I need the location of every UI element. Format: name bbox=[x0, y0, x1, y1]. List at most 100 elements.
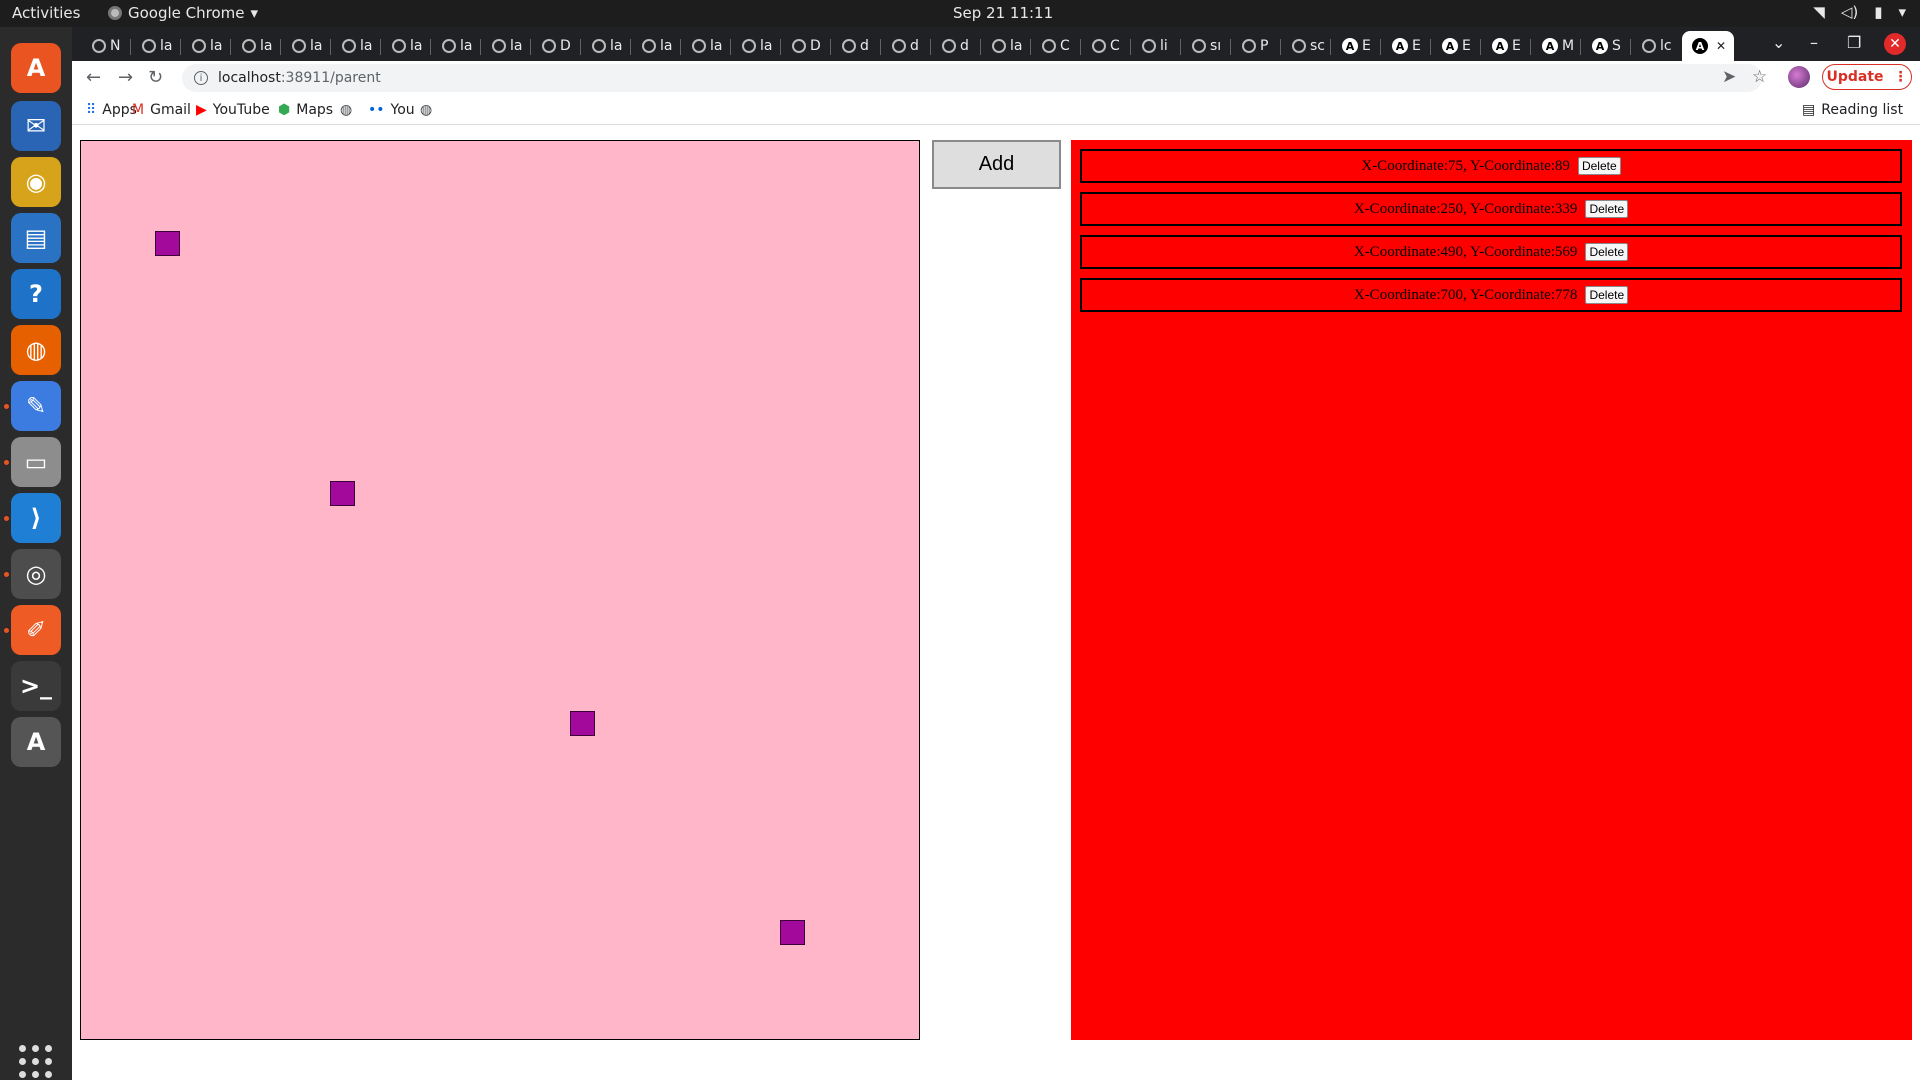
tab[interactable]: la bbox=[482, 31, 526, 61]
close-tab-icon[interactable]: ✕ bbox=[1716, 39, 1726, 53]
update-button[interactable]: Update ⋮ bbox=[1822, 64, 1912, 90]
terminal-icon[interactable]: >_ bbox=[11, 661, 61, 711]
tab[interactable]: sc bbox=[1282, 31, 1326, 61]
tab[interactable]: lc bbox=[1632, 31, 1676, 61]
firefox-icon[interactable]: ◍ bbox=[11, 325, 61, 375]
tab[interactable]: la bbox=[332, 31, 376, 61]
tab-active[interactable]: A ✕ bbox=[1682, 31, 1734, 61]
help-icon[interactable]: ? bbox=[11, 269, 61, 319]
tab[interactable]: d bbox=[932, 31, 976, 61]
coordinate-text: X-Coordinate:75, Y-Coordinate:89 bbox=[1361, 157, 1570, 174]
forward-icon[interactable]: → bbox=[118, 67, 133, 88]
angular-icon: A bbox=[1392, 38, 1408, 54]
delete-button[interactable]: Delete bbox=[1577, 157, 1621, 175]
tab[interactable]: la bbox=[982, 31, 1026, 61]
chrome-icon[interactable]: ◎ bbox=[11, 549, 61, 599]
show-applications-icon[interactable] bbox=[19, 1045, 53, 1079]
tab-label: E bbox=[1362, 38, 1371, 54]
tab[interactable]: la bbox=[632, 31, 676, 61]
tab[interactable]: d bbox=[832, 31, 876, 61]
tab[interactable]: sı bbox=[1182, 31, 1226, 61]
delete-button[interactable]: Delete bbox=[1585, 243, 1629, 261]
add-button[interactable]: Add bbox=[932, 140, 1061, 189]
tab-label: la bbox=[310, 38, 323, 54]
tab[interactable]: la bbox=[232, 31, 276, 61]
maps-icon: ⬢ bbox=[278, 102, 291, 118]
angular-icon: A bbox=[1492, 38, 1508, 54]
bookmark-item[interactable]: ◍ bbox=[340, 102, 352, 118]
tab-separator bbox=[530, 39, 531, 55]
app-menu[interactable]: Google Chrome ▾ bbox=[108, 4, 258, 22]
software-updater-icon[interactable]: A bbox=[11, 717, 61, 767]
vscode-icon[interactable]: ⟩ bbox=[11, 493, 61, 543]
bookmark-item[interactable]: ◍ bbox=[420, 102, 432, 118]
send-icon[interactable]: ➤ bbox=[1722, 67, 1736, 87]
tab-separator bbox=[330, 39, 331, 55]
tab[interactable]: la bbox=[182, 31, 226, 61]
globe-icon: ◍ bbox=[420, 102, 433, 118]
rhythmbox-icon[interactable]: ◉ bbox=[11, 157, 61, 207]
coordinate-square[interactable] bbox=[570, 711, 595, 736]
tab[interactable]: D bbox=[532, 31, 576, 61]
back-icon[interactable]: ← bbox=[86, 67, 101, 88]
coordinate-square[interactable] bbox=[780, 920, 805, 945]
tab[interactable]: AS bbox=[1582, 31, 1626, 61]
reading-list-button[interactable]: ▤ Reading list bbox=[1802, 102, 1903, 118]
reload-icon[interactable]: ↻ bbox=[148, 67, 163, 88]
tab[interactable]: la bbox=[282, 31, 326, 61]
tab[interactable]: C bbox=[1032, 31, 1076, 61]
bookmark-item[interactable]: M Gmail bbox=[132, 102, 191, 118]
postman-icon[interactable]: ✐ bbox=[11, 605, 61, 655]
delete-button[interactable]: Delete bbox=[1585, 200, 1629, 218]
bookmark-item[interactable]: ▶ YouTube bbox=[196, 102, 270, 118]
coordinate-square[interactable] bbox=[330, 481, 355, 506]
tab-label: la bbox=[160, 38, 173, 54]
bookmark-label: You bbox=[390, 102, 415, 118]
tab[interactable]: la bbox=[582, 31, 626, 61]
tab[interactable]: AE bbox=[1482, 31, 1526, 61]
tab-separator bbox=[480, 39, 481, 55]
thunderbird-icon[interactable]: ✉ bbox=[11, 101, 61, 151]
profile-avatar[interactable] bbox=[1788, 66, 1810, 88]
tab[interactable]: AE bbox=[1332, 31, 1376, 61]
tab[interactable]: N bbox=[82, 31, 126, 61]
tab-separator bbox=[130, 39, 131, 55]
coordinate-square[interactable] bbox=[155, 231, 180, 256]
tab[interactable]: la bbox=[732, 31, 776, 61]
ubuntu-software-icon[interactable]: A bbox=[11, 43, 61, 93]
close-window-icon[interactable]: ✕ bbox=[1884, 33, 1906, 55]
coordinate-canvas[interactable] bbox=[80, 140, 920, 1040]
minimize-icon[interactable]: – bbox=[1810, 33, 1818, 52]
tab[interactable]: D bbox=[782, 31, 826, 61]
tab[interactable]: la bbox=[382, 31, 426, 61]
tab[interactable]: AM bbox=[1532, 31, 1576, 61]
restore-icon[interactable]: ❐ bbox=[1847, 33, 1861, 52]
address-bar[interactable]: i localhost:38911/parent bbox=[182, 64, 1762, 92]
tab[interactable]: P bbox=[1232, 31, 1276, 61]
bookmark-item[interactable]: ⬢ Maps bbox=[278, 102, 333, 118]
bookmarks-bar: ▤ Reading list ⠿ Apps M Gmail ▶ YouTube ⬢ Maps ◍… bbox=[72, 95, 1920, 125]
bookmark-star-icon[interactable]: ☆ bbox=[1752, 67, 1767, 87]
delete-button[interactable]: Delete bbox=[1585, 286, 1629, 304]
bookmark-item[interactable]: •• You bbox=[368, 102, 415, 118]
system-tray[interactable]: ◥ ◁) ▮ ▾ bbox=[1813, 3, 1906, 21]
tab-label: la bbox=[510, 38, 523, 54]
tab[interactable]: la bbox=[432, 31, 476, 61]
tab[interactable]: li bbox=[1132, 31, 1176, 61]
clock[interactable]: Sep 21 11:11 bbox=[953, 4, 1053, 22]
tab[interactable]: la bbox=[132, 31, 176, 61]
tab[interactable]: C bbox=[1082, 31, 1126, 61]
tab[interactable]: AE bbox=[1382, 31, 1426, 61]
tab[interactable]: d bbox=[882, 31, 926, 61]
activities-button[interactable]: Activities bbox=[12, 4, 80, 22]
bookmark-item[interactable]: ⠿ Apps bbox=[86, 102, 137, 118]
volume-icon: ◁) bbox=[1840, 3, 1859, 21]
site-info-icon[interactable]: i bbox=[194, 71, 208, 85]
tab[interactable]: AE bbox=[1432, 31, 1476, 61]
text-editor-icon[interactable]: ✎ bbox=[11, 381, 61, 431]
tab[interactable]: la bbox=[682, 31, 726, 61]
globe-icon bbox=[92, 39, 106, 53]
libreoffice-writer-icon[interactable]: ▤ bbox=[11, 213, 61, 263]
files-icon[interactable]: ▭ bbox=[11, 437, 61, 487]
tab-search-icon[interactable]: ⌄ bbox=[1772, 33, 1785, 52]
